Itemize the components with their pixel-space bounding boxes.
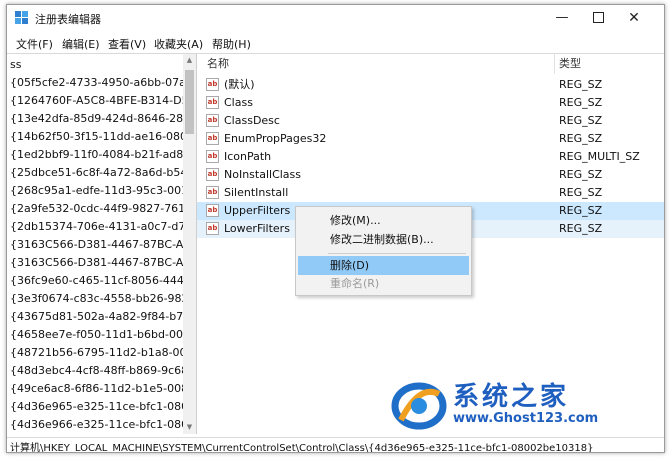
tree-item[interactable]: {268c95a1-edfe-11d3-95c3-0010d [10, 182, 186, 200]
ghost-logo-icon [391, 382, 447, 430]
string-value-icon: ab [206, 78, 219, 91]
string-value-icon: ab [206, 114, 219, 127]
string-value-icon: ab [206, 150, 219, 163]
string-value-icon: ab [206, 204, 219, 217]
string-value-icon: ab [206, 222, 219, 235]
column-header-type[interactable]: 类型 [559, 54, 581, 74]
menu-edit[interactable]: 编辑(E) [62, 36, 100, 52]
value-name: UpperFilters [224, 204, 291, 217]
tree-item[interactable]: {43675d81-502a-4a82-9f84-b75f4 [10, 308, 186, 326]
context-rename-item[interactable]: 重命名(R) [298, 274, 469, 293]
watermark-title: 系统之家 [453, 382, 570, 412]
minimize-icon: — [555, 10, 569, 25]
context-rename-label: 重命名(R) [330, 277, 380, 290]
close-button[interactable]: ✕ [616, 5, 652, 31]
string-value-icon: ab [206, 168, 219, 181]
tree-item[interactable]: {14b62f50-3f15-11dd-ae16-08002 [10, 128, 186, 146]
value-name: Class [224, 96, 253, 109]
tree-item[interactable]: {2db15374-706e-4131-a0c7-d7c78 [10, 218, 186, 236]
value-type: REG_SZ [559, 222, 603, 235]
menu-help[interactable]: 帮助(H) [212, 36, 251, 52]
tree-item[interactable]: {05f5cfe2-4733-4950-a6bb-07aad [10, 74, 186, 92]
tree-item[interactable]: {1ed2bbf9-11f0-4084-b21f-ad83a [10, 146, 186, 164]
context-modify-label: 修改(M)... [330, 214, 381, 227]
context-modify-binary-label: 修改二进制数据(B)... [330, 233, 434, 246]
tree-item[interactable]: {4d36e966-e325-11ce-bfc1-08002 [10, 416, 186, 434]
registry-path: 计算机\HKEY_LOCAL_MACHINE\SYSTEM\CurrentCon… [10, 443, 594, 453]
menu-file[interactable]: 文件(F) [16, 36, 53, 52]
title-bar: 注册表编辑器 — ✕ [7, 5, 664, 31]
value-row[interactable]: ab NoInstallClass REG_SZ [197, 166, 664, 184]
scroll-down-arrow-icon[interactable]: ▼ [183, 421, 196, 434]
column-header-name[interactable]: 名称 [207, 54, 229, 74]
window-title: 注册表编辑器 [35, 13, 101, 26]
value-type: REG_SZ [559, 78, 603, 91]
tree-item[interactable]: {36fc9e60-c465-11cf-8056-444553 [10, 272, 186, 290]
value-row[interactable]: ab (默认) REG_SZ [197, 76, 664, 94]
tree-item[interactable]: {48721b56-6795-11d2-b1a8-0080 [10, 344, 186, 362]
value-row[interactable]: ab Class REG_SZ [197, 94, 664, 112]
tree-item[interactable]: {3163C566-D381-4467-87BC-A65A [10, 254, 186, 272]
value-row[interactable]: ab IconPath REG_MULTI_SZ [197, 148, 664, 166]
value-row[interactable]: ab SilentInstall REG_SZ [197, 184, 664, 202]
tree-item[interactable]: {1264760F-A5C8-4BFE-B314-D56A [10, 92, 186, 110]
string-value-icon: ab [206, 96, 219, 109]
tree-item[interactable]: {49ce6ac8-6f86-11d2-b1e5-0080c [10, 380, 186, 398]
value-type: REG_SZ [559, 96, 603, 109]
scrollbar-thumb[interactable] [185, 70, 194, 134]
tree-item[interactable]: {4d36e965-e325-11ce-bfc1-08002 [10, 398, 186, 416]
maximize-icon [592, 12, 604, 23]
string-value-icon: ab [206, 186, 219, 199]
value-name: ClassDesc [224, 114, 280, 127]
value-type: REG_SZ [559, 186, 603, 199]
tree-item[interactable]: {48d3ebc4-4cf8-48ff-b869-9c68ac [10, 362, 186, 380]
tree-item[interactable]: {25dbce51-6c8f-4a72-8a6d-b54c2 [10, 164, 186, 182]
tree-item[interactable]: {3e3f0674-c83c-4558-bb26-9820e [10, 290, 186, 308]
key-tree-pane: ss {05f5cfe2-4733-4950-a6bb-07aad {12647… [7, 53, 197, 434]
tree-item[interactable]: ss [10, 56, 186, 74]
scroll-up-arrow-icon[interactable]: ▲ [183, 54, 196, 67]
watermark-logo: 系统之家 www.Ghost123.com [391, 376, 659, 432]
value-row[interactable]: ab ClassDesc REG_SZ [197, 112, 664, 130]
value-type: REG_SZ [559, 132, 603, 145]
tree-vertical-scrollbar[interactable]: ▲ ▼ [183, 54, 196, 434]
value-row[interactable]: ab EnumPropPages32 REG_SZ [197, 130, 664, 148]
value-name: (默认) [224, 78, 255, 91]
value-name: NoInstallClass [224, 168, 302, 181]
menu-bar: 文件(F) 编辑(E) 查看(V) 收藏夹(A) 帮助(H) [7, 34, 664, 53]
tree-item[interactable]: {2a9fe532-0cdc-44f9-9827-76192f [10, 200, 186, 218]
context-menu: 修改(M)... 修改二进制数据(B)... 删除(D) 重命名(R) [295, 206, 472, 296]
value-type: REG_SZ [559, 204, 603, 217]
watermark-url: www.Ghost123.com [453, 411, 599, 426]
value-type: REG_SZ [559, 168, 603, 181]
status-bar: 计算机\HKEY_LOCAL_MACHINE\SYSTEM\CurrentCon… [7, 437, 664, 453]
string-value-icon: ab [206, 132, 219, 145]
value-name: EnumPropPages32 [224, 132, 327, 145]
close-icon: ✕ [628, 10, 640, 26]
context-modify-binary-item[interactable]: 修改二进制数据(B)... [298, 230, 469, 249]
context-separator [328, 253, 466, 254]
tree-item[interactable]: {13e42dfa-85d9-424d-8646-28a7C [10, 110, 186, 128]
column-divider[interactable] [554, 54, 555, 74]
tree-item[interactable]: {3163C566-D381-4467-87BC-A65A [10, 236, 186, 254]
context-delete-label: 删除(D) [330, 259, 370, 272]
maximize-button[interactable] [580, 5, 616, 31]
value-type: REG_SZ [559, 114, 603, 127]
value-type: REG_MULTI_SZ [559, 150, 640, 163]
value-name: IconPath [224, 150, 272, 163]
value-name: SilentInstall [224, 186, 289, 199]
value-name: LowerFilters [224, 222, 290, 235]
menu-favorites[interactable]: 收藏夹(A) [154, 36, 203, 52]
context-delete-item[interactable]: 删除(D) [298, 256, 469, 275]
menu-view[interactable]: 查看(V) [108, 36, 146, 52]
context-modify-item[interactable]: 修改(M)... [298, 211, 469, 230]
tree-item[interactable]: {4658ee7e-f050-11d1-b6bd-00c04 [10, 326, 186, 344]
minimize-button[interactable]: — [544, 5, 580, 31]
registry-app-icon [15, 11, 28, 24]
